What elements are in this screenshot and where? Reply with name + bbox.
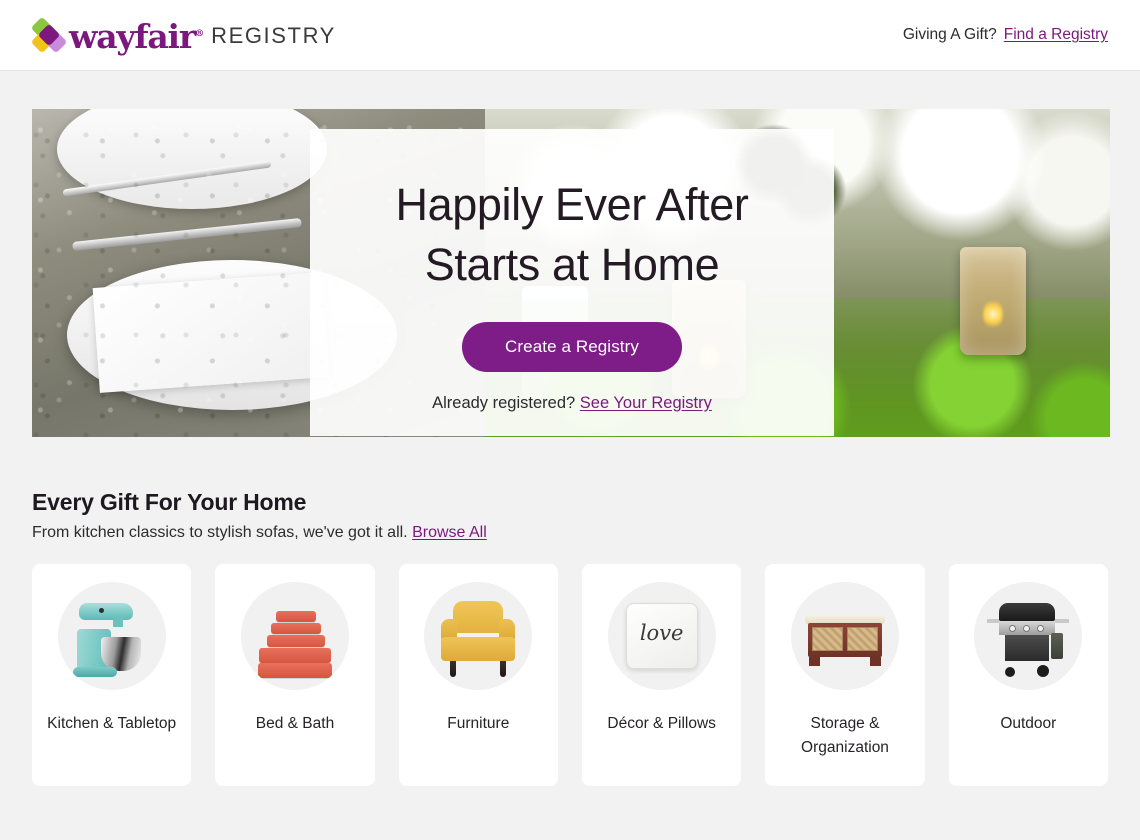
gas-grill-icon: [985, 593, 1071, 679]
armchair-icon: [435, 593, 521, 679]
see-your-registry-link[interactable]: See Your Registry: [580, 394, 712, 412]
hero-knife: [71, 218, 302, 252]
browse-all-link[interactable]: Browse All: [412, 524, 487, 541]
stand-mixer-icon: [69, 593, 155, 679]
categories-section-header: Every Gift For Your Home From kitchen cl…: [32, 489, 1108, 542]
wayfair-diamond-logo-icon: [30, 16, 68, 54]
category-card-decor-pillows[interactable]: love Décor & Pillows: [581, 564, 742, 786]
pillow-word: love: [639, 621, 684, 645]
category-thumbnail: [240, 582, 349, 690]
section-title: Every Gift For Your Home: [32, 489, 307, 515]
category-label: Bed & Bath: [255, 715, 335, 732]
section-subtitle: From kitchen classics to stylish sofas, …: [32, 524, 1108, 542]
category-thumbnail: love: [607, 582, 716, 690]
category-card-kitchen-tabletop[interactable]: Kitchen & Tabletop: [32, 564, 192, 786]
section-subtitle-text: From kitchen classics to stylish sofas, …: [32, 524, 408, 541]
hero-headline: Happily Ever After Starts at Home: [396, 175, 749, 295]
category-label: Décor & Pillows: [607, 715, 716, 732]
category-card-outdoor[interactable]: Outdoor: [948, 564, 1108, 786]
category-card-furniture[interactable]: Furniture: [398, 564, 558, 786]
category-thumbnail: [57, 582, 166, 690]
hero-plate-top: [56, 109, 327, 210]
category-label: Storage & Organization: [801, 715, 889, 757]
header-utility-nav: Giving A Gift? Find a Registry: [903, 26, 1108, 44]
storage-bench-icon: [802, 593, 888, 679]
site-header: wayfair® REGISTRY Giving A Gift? Find a …: [0, 0, 1140, 71]
logo-wordmark: wayfair®: [69, 20, 204, 53]
category-card-bed-bath[interactable]: Bed & Bath: [215, 564, 375, 786]
love-pillow-icon: love: [619, 593, 705, 679]
category-card-grid: Kitchen & Tabletop Bed & Bath Furniture …: [32, 564, 1108, 786]
category-thumbnail: [790, 582, 899, 690]
logo-trademark-symbol: ®: [195, 28, 205, 39]
hero-content-panel: Happily Ever After Starts at Home Create…: [310, 129, 834, 436]
hero-fork: [62, 160, 272, 197]
category-card-storage-organization[interactable]: Storage & Organization: [765, 564, 925, 786]
hero-headline-line-1: Happily Ever After: [395, 179, 749, 230]
towels-icon: [252, 593, 338, 679]
wayfair-registry-logo[interactable]: wayfair® REGISTRY: [30, 15, 336, 55]
hero-votive-candle-right: [959, 246, 1026, 355]
hero-napkin: [93, 271, 330, 393]
hero-banner: Happily Ever After Starts at Home Create…: [32, 109, 1110, 437]
category-thumbnail: [974, 582, 1083, 690]
category-label: Furniture: [447, 715, 510, 732]
giving-a-gift-label: Giving A Gift?: [902, 26, 997, 43]
hero-secondary-action: Already registered? See Your Registry: [432, 394, 712, 413]
find-a-registry-link[interactable]: Find a Registry: [1004, 26, 1108, 44]
already-registered-label: Already registered?: [432, 393, 576, 412]
category-label: Kitchen & Tabletop: [47, 715, 177, 732]
logo-registry-label: REGISTRY: [211, 23, 336, 48]
category-label: Outdoor: [1000, 715, 1057, 732]
category-thumbnail: [424, 582, 533, 690]
page-body: Happily Ever After Starts at Home Create…: [0, 109, 1140, 786]
logo-wordmark-text: wayfair: [69, 16, 196, 56]
hero-headline-line-2: Starts at Home: [424, 238, 720, 290]
create-a-registry-button[interactable]: Create a Registry: [462, 321, 682, 372]
